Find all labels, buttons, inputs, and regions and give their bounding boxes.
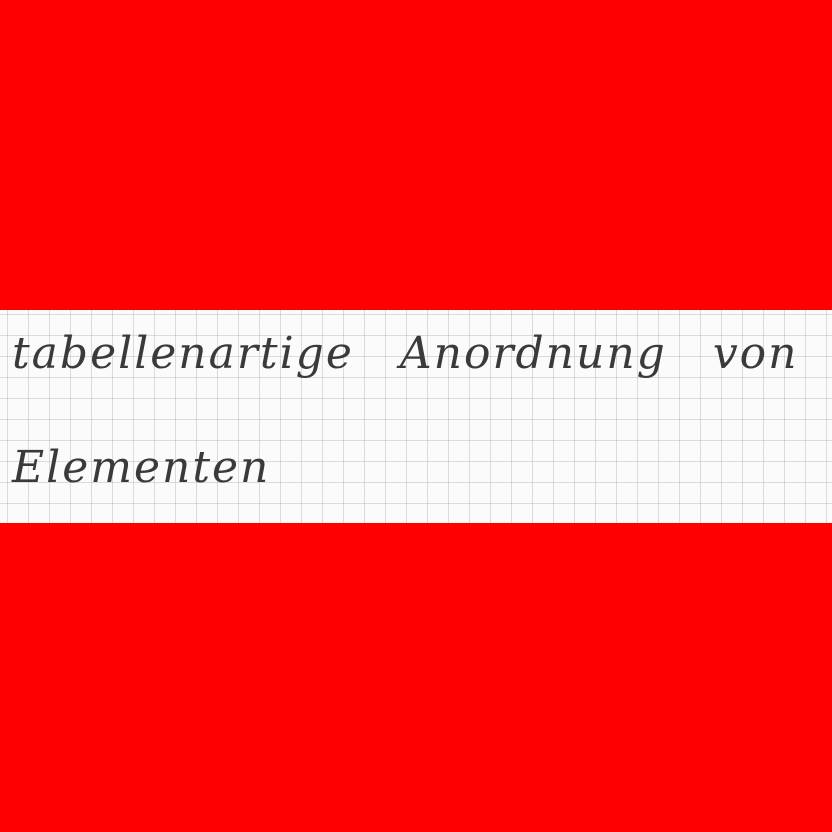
red-band-top [0,0,832,310]
grid-paper-strip: tabellenartige Anordnung von Elementen [0,310,832,523]
handwritten-line-1: tabellenartige Anordnung von [12,328,799,379]
page: tabellenartige Anordnung von Elementen [0,0,832,832]
handwritten-line-2: Elementen [12,442,271,493]
red-band-bottom [0,523,832,832]
